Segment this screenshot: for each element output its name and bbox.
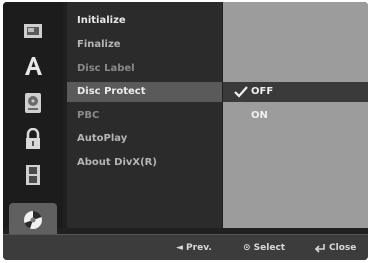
letter-a-icon[interactable] <box>20 53 46 79</box>
menu-item-autoplay[interactable]: AutoPlay <box>77 130 127 148</box>
film-icon[interactable] <box>20 18 46 44</box>
disc-icon[interactable] <box>20 207 46 233</box>
dvd-setup-screen: Initialize Finalize Disc Label Disc Prot… <box>0 0 372 263</box>
option-on[interactable]: ON <box>251 107 268 125</box>
menu-item-finalize[interactable]: Finalize <box>77 36 121 54</box>
option-off[interactable]: OFF <box>251 83 273 101</box>
setup-menu-frame: Initialize Finalize Disc Label Disc Prot… <box>3 2 368 260</box>
menu-item-initialize[interactable]: Initialize <box>77 12 126 30</box>
menu-item-disc-label[interactable]: Disc Label <box>77 60 135 78</box>
menu-item-disc-protect[interactable]: Disc Protect <box>77 83 146 101</box>
option-panel <box>223 2 368 228</box>
checkmark-icon <box>234 86 248 98</box>
menu-item-pbc[interactable]: PBC <box>77 107 99 125</box>
select-hint: ⊙ Select <box>243 243 286 253</box>
film-strip-icon[interactable] <box>20 162 46 188</box>
disc-box-icon[interactable] <box>20 90 46 116</box>
close-hint: Close <box>329 243 357 253</box>
prev-hint: ◄ Prev. <box>176 243 212 253</box>
return-arrow-icon <box>314 244 325 253</box>
padlock-icon[interactable] <box>20 126 46 152</box>
menu-item-about-divx[interactable]: About DivX(R) <box>77 154 157 172</box>
